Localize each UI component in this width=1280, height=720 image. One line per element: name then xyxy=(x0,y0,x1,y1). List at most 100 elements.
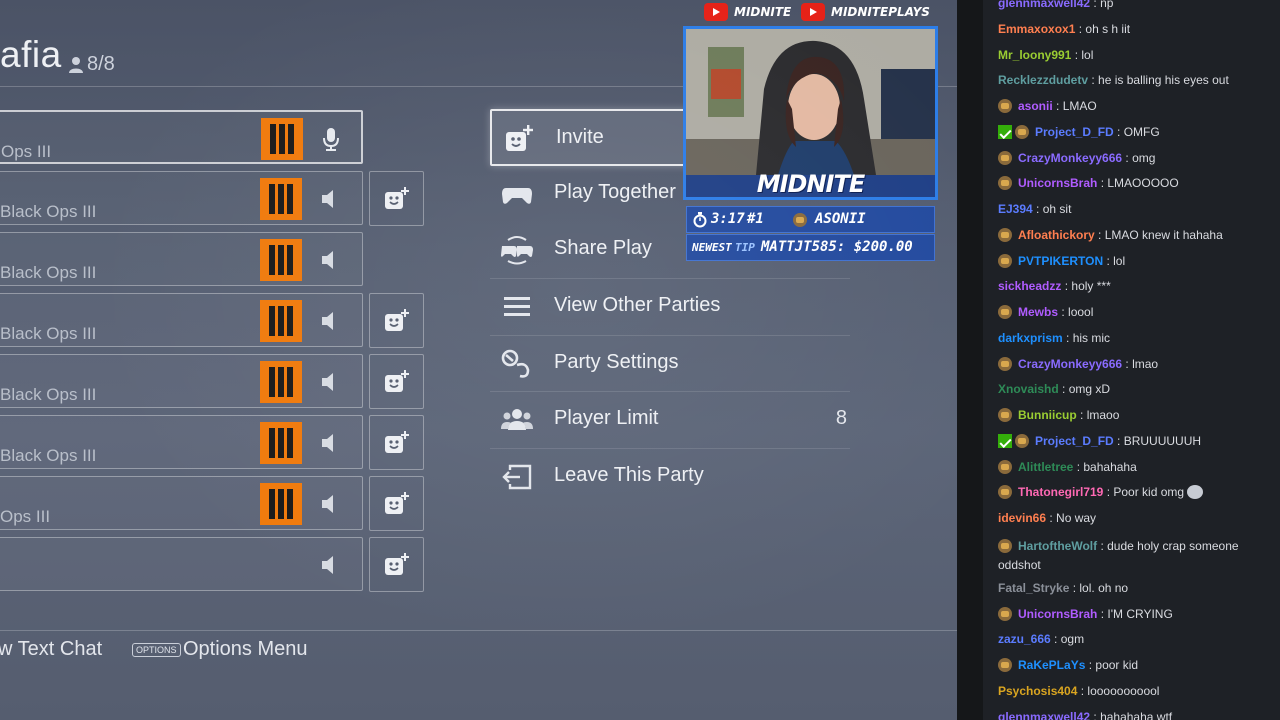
speaker-icon[interactable] xyxy=(316,307,344,335)
chat-username[interactable]: CrazyMonkeyy666 xyxy=(1018,151,1122,165)
party-member-row[interactable]: Black Ops III xyxy=(0,293,363,347)
chat-username[interactable]: idevin66 xyxy=(998,511,1046,525)
chat-username[interactable]: EJ394 xyxy=(998,202,1033,216)
chat-text: oh s h iit xyxy=(1085,21,1131,36)
chat-text: poor kid xyxy=(1095,658,1139,672)
chat-username[interactable]: CrazyMonkeyy666 xyxy=(1018,357,1122,371)
menu-item-view-other-parties[interactable]: View Other Parties xyxy=(490,279,850,336)
party-member-row[interactable] xyxy=(0,537,363,591)
speaker-icon[interactable] xyxy=(316,551,344,579)
menu-item-label: Share Play xyxy=(554,237,652,259)
subscriber-badge-icon xyxy=(998,606,1012,621)
chat-username[interactable]: sickheadzz xyxy=(998,279,1061,293)
top-user: ASONII xyxy=(815,211,866,227)
stream-stats-bar: 3:17 #1 ASONII xyxy=(686,206,935,233)
chat-message: idevin66 : No way xyxy=(998,511,1278,525)
chat-username[interactable]: RaKePLaYs xyxy=(1018,658,1085,672)
chat-username[interactable]: Recklezzdudetv xyxy=(998,73,1088,87)
ps4-party-screen: afia 8/8 Ops III Black Ops III Black Ops I… xyxy=(0,0,957,720)
chat-text: lol. oh no xyxy=(1079,580,1129,595)
chat-message: Psychosis404 : looooooooool xyxy=(998,684,1278,698)
chat-text: lmao xyxy=(1132,356,1159,371)
menu-item-party-settings[interactable]: Party Settings xyxy=(490,336,850,393)
text-chat-hint[interactable]: w Text Chat xyxy=(0,638,102,661)
chat-username[interactable]: Emmaxoxox1 xyxy=(998,22,1075,36)
subscriber-badge-icon xyxy=(998,150,1012,165)
chat-message: PVTPIKERTON : lol xyxy=(998,253,1278,268)
chat-username[interactable]: Afloathickory xyxy=(1018,228,1095,242)
chat-username[interactable]: Alittletree xyxy=(1018,460,1073,474)
chat-username[interactable]: Thatonegirl719 xyxy=(1018,485,1103,499)
options-menu-hint[interactable]: Options Menu xyxy=(183,638,308,661)
chat-username[interactable]: Psychosis404 xyxy=(998,684,1077,698)
chat-username[interactable]: asonii xyxy=(1018,99,1053,113)
add-friend-button[interactable] xyxy=(369,354,424,409)
chat-username[interactable]: Xnovaishd xyxy=(998,382,1059,396)
party-count-text: 8/8 xyxy=(87,53,115,75)
add-friend-button[interactable] xyxy=(369,537,424,592)
speaker-icon[interactable] xyxy=(316,368,344,396)
chat-message: zazu_666 : ogm xyxy=(998,632,1278,646)
chat-username[interactable]: glennmaxwell42 xyxy=(998,710,1090,720)
microphone-icon[interactable] xyxy=(317,125,345,153)
chat-username[interactable]: Project_D_FD xyxy=(1035,434,1114,448)
chat-text: bahahaha xyxy=(1083,459,1137,474)
speaker-icon[interactable] xyxy=(316,429,344,457)
chat-separator: : xyxy=(1097,176,1108,191)
party-member-row[interactable]: Ops III xyxy=(0,476,363,530)
chat-message: CrazyMonkeyy666 : omg xyxy=(998,150,1278,165)
chat-text: I'M CRYING xyxy=(1107,606,1173,621)
chat-text: Poor kid omg xyxy=(1113,485,1185,500)
subscriber-badge-icon xyxy=(998,538,1012,553)
chat-separator: : xyxy=(1052,99,1063,113)
menu-item-label: Invite xyxy=(556,126,604,148)
chat-username[interactable]: UnicornsBrah xyxy=(1018,607,1097,621)
settings-icon xyxy=(500,348,534,380)
chat-username[interactable]: zazu_666 xyxy=(998,632,1051,646)
chat-username[interactable]: Mr_loony991 xyxy=(998,48,1071,62)
chat-username[interactable]: Mewbs xyxy=(1018,305,1058,319)
tip-value: MATTJT585: $200.00 xyxy=(761,239,913,255)
add-friend-button[interactable] xyxy=(369,415,424,470)
chat-text: looooooooool xyxy=(1087,683,1160,698)
chat-separator: : xyxy=(1058,382,1069,397)
party-member-row[interactable]: Black Ops III xyxy=(0,415,363,469)
chat-username[interactable]: Project_D_FD xyxy=(1035,125,1114,139)
chat-username[interactable]: HartoftheWolf xyxy=(1018,539,1097,553)
speaker-icon[interactable] xyxy=(316,185,344,213)
chat-separator: : xyxy=(1077,683,1088,698)
chat-username[interactable]: Bunniicup xyxy=(1018,408,1077,422)
member-game-title: Ops III xyxy=(1,142,52,161)
subscriber-badge-icon xyxy=(998,253,1012,268)
chat-message: Project_D_FD : BRUUUUUUH xyxy=(998,433,1278,448)
party-member-row[interactable]: Ops III xyxy=(0,110,363,164)
party-member-row[interactable]: Black Ops III xyxy=(0,232,363,286)
party-member-row[interactable]: Black Ops III xyxy=(0,171,363,225)
menu-item-leave-this-party[interactable]: Leave This Party xyxy=(490,449,850,506)
share-play-icon xyxy=(500,234,534,266)
chat-username[interactable]: UnicornsBrah xyxy=(1018,176,1097,190)
person-icon xyxy=(69,56,83,73)
add-friend-button[interactable] xyxy=(369,171,424,226)
chat-username[interactable]: glennmaxwell42 xyxy=(998,0,1090,10)
chat-text: LMAO xyxy=(1062,99,1097,113)
add-friend-button[interactable] xyxy=(369,293,424,348)
party-member-row[interactable]: Black Ops III xyxy=(0,354,363,408)
party-title: afia xyxy=(0,34,62,75)
chat-text: lol xyxy=(1113,253,1126,268)
menu-item-player-limit[interactable]: Player Limit 8 xyxy=(490,392,850,449)
chat-username[interactable]: PVTPIKERTON xyxy=(1018,254,1103,268)
chat-username[interactable]: Fatal_Stryke xyxy=(998,581,1069,595)
add-friend-button[interactable] xyxy=(369,476,424,531)
speaker-icon[interactable] xyxy=(316,490,344,518)
black-ops-3-logo-icon xyxy=(260,300,302,342)
chat-text: omg xyxy=(1132,150,1156,165)
chat-username[interactable]: darkxprism xyxy=(998,331,1063,345)
chat-message: Emmaxoxox1 : oh s h iit xyxy=(998,22,1278,36)
list-icon xyxy=(500,291,534,323)
chat-message: UnicornsBrah : LMAOOOOO xyxy=(998,176,1278,191)
menu-item-invite[interactable]: Invite xyxy=(490,109,690,166)
speaker-icon[interactable] xyxy=(316,246,344,274)
member-game-title: Black Ops III xyxy=(0,263,97,282)
sub-badge-icon xyxy=(793,213,807,227)
